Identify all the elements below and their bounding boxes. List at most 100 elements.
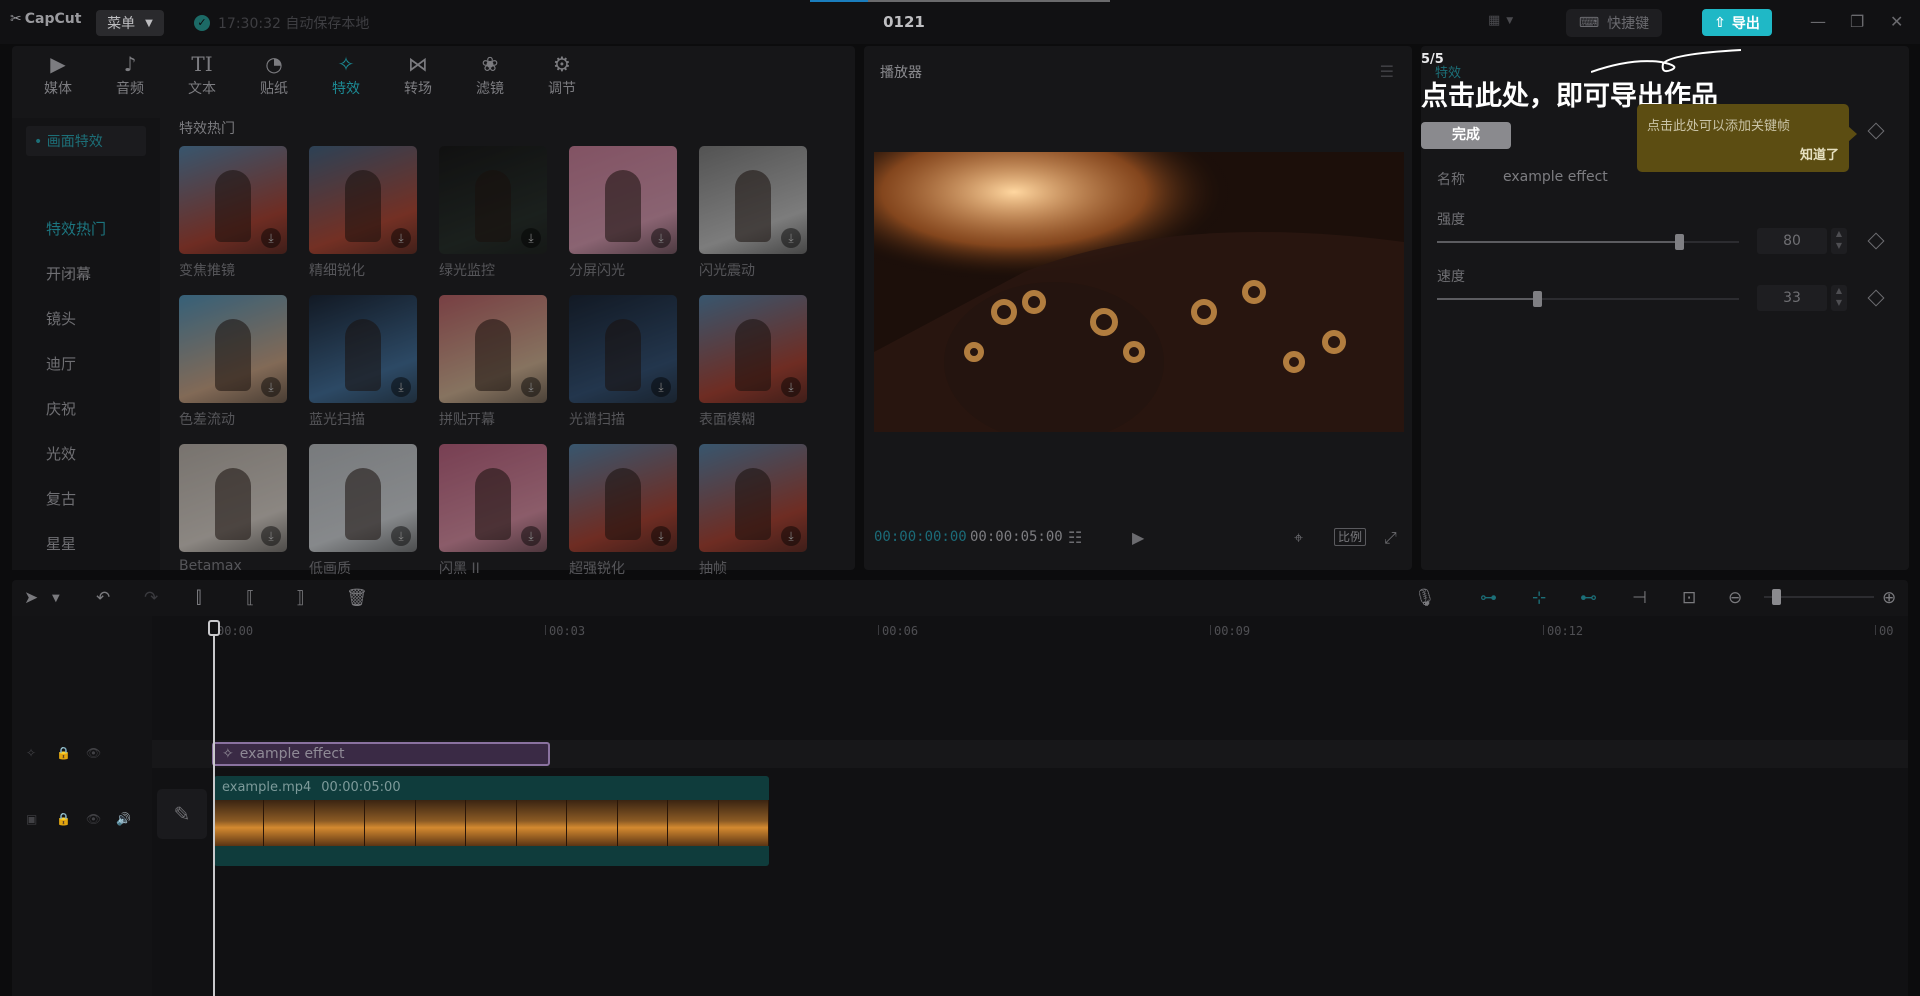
download-icon[interactable]: ⤓ bbox=[781, 228, 801, 248]
download-icon[interactable]: ⤓ bbox=[521, 526, 541, 546]
cover-edit-button[interactable]: ✎ bbox=[157, 789, 207, 839]
intensity-slider[interactable] bbox=[1437, 234, 1739, 250]
video-preview[interactable] bbox=[874, 152, 1404, 432]
sidebar-item-hot[interactable]: 特效热门 bbox=[46, 218, 106, 239]
zoom-slider-knob[interactable] bbox=[1772, 589, 1781, 605]
main-track-magnet-icon[interactable]: ⊶ bbox=[1480, 588, 1497, 608]
sidebar-item-curtain[interactable]: 开闭幕 bbox=[46, 263, 91, 284]
speed-slider-knob[interactable] bbox=[1533, 291, 1542, 307]
layout-button[interactable]: ▦ ▼ bbox=[1488, 13, 1513, 28]
tab-filter[interactable]: ❀ 滤镜 bbox=[454, 50, 526, 102]
split-icon[interactable]: ⫿ bbox=[196, 588, 201, 608]
download-icon[interactable]: ⤓ bbox=[521, 228, 541, 248]
download-icon[interactable]: ⤓ bbox=[261, 526, 281, 546]
select-cursor-icon[interactable]: ➤ bbox=[24, 588, 38, 608]
tab-adjust[interactable]: ⚙ 调节 bbox=[526, 50, 598, 102]
play-icon[interactable]: ▶ bbox=[1132, 528, 1144, 547]
sidebar-item-celebrate[interactable]: 庆祝 bbox=[46, 398, 76, 419]
tab-transition[interactable]: ⋈ 转场 bbox=[382, 50, 454, 102]
zoom-out-icon[interactable]: ⊖ bbox=[1728, 588, 1742, 608]
minimize-icon[interactable]: — bbox=[1810, 12, 1826, 31]
list-icon[interactable]: ☷ bbox=[1068, 528, 1082, 547]
download-icon[interactable]: ⤓ bbox=[391, 228, 411, 248]
download-icon[interactable]: ⤓ bbox=[391, 526, 411, 546]
zoom-in-icon[interactable]: ⊕ bbox=[1882, 588, 1896, 608]
download-icon[interactable]: ⤓ bbox=[781, 377, 801, 397]
eye-icon[interactable]: 👁 bbox=[86, 746, 101, 760]
effect-card[interactable]: ⤓ 表面模糊 bbox=[699, 295, 807, 429]
microphone-icon[interactable]: 🎙 bbox=[1414, 588, 1436, 608]
playhead-handle[interactable] bbox=[208, 620, 220, 636]
tooltip-ok-button[interactable]: 知道了 bbox=[1800, 144, 1839, 163]
speed-input[interactable]: 33 bbox=[1757, 285, 1827, 311]
sidebar-item-stars[interactable]: 星星 bbox=[46, 533, 76, 554]
speed-slider[interactable] bbox=[1437, 291, 1739, 307]
menu-icon[interactable]: ☰ bbox=[1380, 62, 1394, 81]
done-button[interactable]: 完成 bbox=[1421, 122, 1511, 149]
effect-card[interactable]: ⤓ 超强锐化 bbox=[569, 444, 677, 578]
download-icon[interactable]: ⤓ bbox=[781, 526, 801, 546]
effect-card[interactable]: ⤓ 色差流动 bbox=[179, 295, 287, 429]
sidebar-header-screen-effects[interactable]: • 画面特效 bbox=[26, 126, 146, 156]
chevron-down-icon[interactable]: ▼ bbox=[52, 593, 60, 604]
effect-card[interactable]: ⤓ 拼贴开幕 bbox=[439, 295, 547, 429]
sidebar-item-retro[interactable]: 复古 bbox=[46, 488, 76, 509]
trim-right-icon[interactable]: ⟧ bbox=[296, 588, 304, 608]
intensity-keyframe-icon[interactable] bbox=[1867, 232, 1885, 250]
lock-icon[interactable]: 🔒 bbox=[56, 812, 71, 826]
effect-card[interactable]: ⤓ 低画质 bbox=[309, 444, 417, 578]
tab-effects[interactable]: ✧ 特效 bbox=[310, 50, 382, 102]
effect-card[interactable]: ⤓ 绿光监控 bbox=[439, 146, 547, 280]
effect-card[interactable]: ⤓ 变焦推镜 bbox=[179, 146, 287, 280]
intensity-input[interactable]: 80 bbox=[1757, 228, 1827, 254]
sidebar-item-disco[interactable]: 迪厅 bbox=[46, 353, 76, 374]
caption-icon[interactable]: ⊡ bbox=[1682, 588, 1696, 608]
speaker-icon[interactable]: 🔊 bbox=[116, 812, 131, 826]
speed-keyframe-icon[interactable] bbox=[1867, 289, 1885, 307]
trim-left-icon[interactable]: ⟦ bbox=[246, 588, 254, 608]
sidebar-item-light[interactable]: 光效 bbox=[46, 443, 76, 464]
auto-snap-icon[interactable]: ⊹ bbox=[1532, 588, 1546, 608]
download-icon[interactable]: ⤓ bbox=[651, 526, 671, 546]
keyframe-diamond-icon[interactable] bbox=[1867, 122, 1885, 140]
lock-icon[interactable]: 🔒 bbox=[56, 746, 71, 760]
effect-card[interactable]: ⤓ 闪黑 II bbox=[439, 444, 547, 578]
effect-card[interactable]: ⤓ 光谱扫描 bbox=[569, 295, 677, 429]
effect-card[interactable]: ⤓ 精细锐化 bbox=[309, 146, 417, 280]
video-clip[interactable]: example.mp4 00:00:05:00 bbox=[214, 776, 769, 866]
intensity-slider-knob[interactable] bbox=[1675, 234, 1684, 250]
effect-card[interactable]: ⤓ Betamax bbox=[179, 444, 287, 574]
effect-card[interactable]: ⤓ 闪光震动 bbox=[699, 146, 807, 280]
preview-axis-icon[interactable]: ⊣ bbox=[1632, 588, 1647, 608]
download-icon[interactable]: ⤓ bbox=[521, 377, 541, 397]
eye-icon[interactable]: 👁 bbox=[86, 812, 101, 826]
download-icon[interactable]: ⤓ bbox=[651, 228, 671, 248]
linkage-icon[interactable]: ⊷ bbox=[1580, 588, 1597, 608]
tab-audio[interactable]: ♪ 音频 bbox=[94, 50, 166, 102]
speed-stepper[interactable]: ▲ ▼ bbox=[1831, 285, 1847, 311]
fullscreen-icon[interactable]: ⤢ bbox=[1384, 528, 1397, 548]
tab-text[interactable]: TI 文本 bbox=[166, 50, 238, 102]
playhead[interactable] bbox=[213, 620, 215, 996]
tab-sticker[interactable]: ◔ 贴纸 bbox=[238, 50, 310, 102]
effect-clip[interactable]: ✧ example effect bbox=[212, 742, 550, 766]
close-icon[interactable]: ✕ bbox=[1890, 12, 1903, 31]
screenshot-icon[interactable]: ⌖ bbox=[1294, 528, 1303, 548]
download-icon[interactable]: ⤓ bbox=[261, 228, 281, 248]
intensity-stepper[interactable]: ▲ ▼ bbox=[1831, 228, 1847, 254]
download-icon[interactable]: ⤓ bbox=[391, 377, 411, 397]
redo-icon[interactable]: ↷ bbox=[144, 588, 158, 608]
effect-card[interactable]: ⤓ 蓝光扫描 bbox=[309, 295, 417, 429]
shortcut-button[interactable]: ⌨ 快捷键 bbox=[1566, 9, 1662, 37]
ratio-button[interactable]: 比例 bbox=[1334, 528, 1366, 546]
undo-icon[interactable]: ↶ bbox=[96, 588, 110, 608]
sidebar-item-lens[interactable]: 镜头 bbox=[46, 308, 76, 329]
zoom-slider[interactable] bbox=[1764, 589, 1874, 605]
effect-card[interactable]: ⤓ 分屏闪光 bbox=[569, 146, 677, 280]
download-icon[interactable]: ⤓ bbox=[261, 377, 281, 397]
delete-icon[interactable]: 🗑 bbox=[346, 588, 368, 608]
effect-card[interactable]: ⤓ 抽帧 bbox=[699, 444, 807, 578]
download-icon[interactable]: ⤓ bbox=[651, 377, 671, 397]
export-button[interactable]: ⇧ 导出 bbox=[1702, 9, 1772, 36]
tab-media[interactable]: ▶ 媒体 bbox=[22, 50, 94, 102]
